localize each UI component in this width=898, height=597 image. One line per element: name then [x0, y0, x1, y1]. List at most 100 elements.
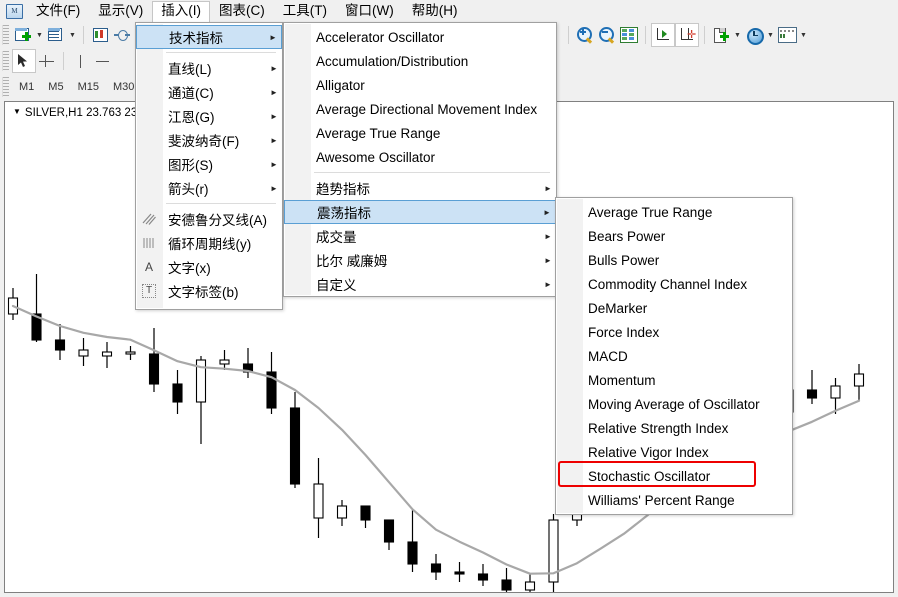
- menu-icon-placeholder: [284, 177, 310, 199]
- menu-icon-placeholder: [284, 225, 310, 247]
- crosshair-tool-button[interactable]: [111, 24, 133, 46]
- menubar-item-0[interactable]: 文件(F): [27, 1, 89, 22]
- new-chart-button[interactable]: [12, 24, 34, 46]
- menubar-item-3[interactable]: 图表(C): [210, 1, 274, 22]
- chart-shift-button[interactable]: ✛: [675, 23, 699, 47]
- menu-item-average-directional-movement-index[interactable]: Average Directional Movement Index: [284, 97, 556, 121]
- menubar-item-4[interactable]: 工具(T): [274, 1, 336, 22]
- crosshair-button[interactable]: [36, 50, 58, 72]
- submenu-arrow-icon: ►: [544, 231, 552, 241]
- profiles-icon: [47, 26, 65, 44]
- menu-item-commodity-channel-index[interactable]: Commodity Channel Index: [556, 272, 792, 296]
- zoom-in-icon: [576, 26, 594, 44]
- submenu-arrow-icon: ►: [270, 111, 278, 121]
- menubar-item-6[interactable]: 帮助(H): [403, 1, 467, 22]
- chart-collapse-arrow[interactable]: ▼: [13, 107, 21, 116]
- menu-item--[interactable]: 自定义 ►: [284, 272, 556, 296]
- menu-item-accelerator-oscillator[interactable]: Accelerator Oscillator: [284, 25, 556, 49]
- menu-item-label: Moving Average of Oscillator: [588, 396, 760, 412]
- app-icon: M: [5, 3, 23, 19]
- timeframe-button-m15[interactable]: M15: [72, 78, 105, 96]
- horizontal-line-button[interactable]: [91, 50, 113, 72]
- menu-item-bears-power[interactable]: Bears Power: [556, 224, 792, 248]
- menu-item--r-[interactable]: 箭头(r) ►: [136, 176, 282, 200]
- menu-item-momentum[interactable]: Momentum: [556, 368, 792, 392]
- toolbar-grip-2[interactable]: [2, 51, 9, 71]
- market-watch-button[interactable]: [89, 24, 111, 46]
- menu-item-average-true-range[interactable]: Average True Range: [556, 200, 792, 224]
- vertical-line-button[interactable]: [69, 50, 91, 72]
- auto-scroll-button[interactable]: [651, 23, 675, 47]
- menu-icon-placeholder: [284, 122, 310, 144]
- menu-item--[interactable]: 比尔 威廉姆 ►: [284, 248, 556, 272]
- data-window-button[interactable]: [618, 24, 640, 46]
- zoom-in-button[interactable]: [574, 24, 596, 46]
- menu-item-williams-percent-range[interactable]: Williams' Percent Range: [556, 488, 792, 512]
- toolbar-separator-right: [568, 26, 569, 44]
- menu-item--y-[interactable]: 循环周期线(y): [136, 231, 282, 255]
- menu-item-label: 震荡指标: [317, 206, 371, 221]
- timeframe-button-m1[interactable]: M1: [13, 78, 40, 96]
- menu-item--[interactable]: 成交量 ►: [284, 224, 556, 248]
- menu-item-label: 江恩(G): [168, 110, 215, 125]
- zoom-out-button[interactable]: [596, 24, 618, 46]
- toolbar-grip[interactable]: [2, 25, 9, 45]
- menu-item--s-[interactable]: 图形(S) ►: [136, 152, 282, 176]
- menu-item-relative-strength-index[interactable]: Relative Strength Index: [556, 416, 792, 440]
- menu-icon-placeholder: [556, 321, 582, 343]
- menubar-item-1[interactable]: 显示(V): [89, 1, 152, 22]
- toolbar-grip-3[interactable]: [2, 77, 9, 97]
- menu-item-macd[interactable]: MACD: [556, 344, 792, 368]
- menu-item-label: 直线(L): [168, 62, 212, 77]
- submenu-arrow-icon: ►: [269, 32, 277, 42]
- period-button[interactable]: [743, 24, 765, 46]
- new-order-dropdown[interactable]: ▼: [732, 24, 743, 46]
- cursor-tool-button[interactable]: [12, 49, 36, 73]
- profiles-button[interactable]: [45, 24, 67, 46]
- text-icon: A: [144, 260, 153, 274]
- cursor-icon: [16, 53, 32, 69]
- profiles-dropdown[interactable]: ▼: [67, 24, 78, 46]
- templates-dropdown[interactable]: ▼: [798, 24, 809, 46]
- menu-item--x-[interactable]: A 文字(x): [136, 255, 282, 279]
- menu-item-relative-vigor-index[interactable]: Relative Vigor Index: [556, 440, 792, 464]
- menu-item-label: 斐波纳奇(F): [168, 134, 240, 149]
- menu-item--g-[interactable]: 江恩(G) ►: [136, 104, 282, 128]
- menu-item--c-[interactable]: 通道(C) ►: [136, 80, 282, 104]
- auto-scroll-icon: [654, 27, 672, 43]
- menu-item--f-[interactable]: 斐波纳奇(F) ►: [136, 128, 282, 152]
- insert-menu[interactable]: 技术指标 ► 直线(L) ► 通道(C) ► 江恩(G) ► 斐波纳奇(F) ► 图形(S) ► 箭头(…: [135, 22, 283, 310]
- period-dropdown[interactable]: ▼: [765, 24, 776, 46]
- menu-item-label: 技术指标: [169, 31, 223, 46]
- menu-item-label: 图形(S): [168, 158, 213, 173]
- menu-icon-placeholder: [556, 273, 582, 295]
- menu-item--a-[interactable]: 安德鲁分叉线(A): [136, 207, 282, 231]
- menu-item-force-index[interactable]: Force Index: [556, 320, 792, 344]
- menu-item-alligator[interactable]: Alligator: [284, 73, 556, 97]
- menu-item-stochastic-oscillator[interactable]: Stochastic Oscillator: [556, 464, 792, 488]
- menu-item-label: Force Index: [588, 324, 660, 340]
- menubar-item-2[interactable]: 插入(I): [152, 0, 210, 22]
- menu-item--[interactable]: 技术指标 ►: [136, 25, 282, 49]
- menu-icon-placeholder: [285, 201, 311, 223]
- new-order-button[interactable]: [710, 24, 732, 46]
- menu-item--[interactable]: 趋势指标 ►: [284, 176, 556, 200]
- menu-item-average-true-range[interactable]: Average True Range: [284, 121, 556, 145]
- oscillators-submenu[interactable]: Average True Range Bears Power Bulls Power…: [555, 197, 793, 515]
- menu-item--b-[interactable]: T 文字标签(b): [136, 279, 282, 303]
- menubar-item-5[interactable]: 窗口(W): [336, 1, 403, 22]
- menu-item-awesome-oscillator[interactable]: Awesome Oscillator: [284, 145, 556, 169]
- menu-item-accumulation-distribution[interactable]: Accumulation/Distribution: [284, 49, 556, 73]
- menu-item-label: Alligator: [316, 77, 365, 93]
- menu-item--[interactable]: 震荡指标 ►: [284, 200, 556, 224]
- timeframe-button-m5[interactable]: M5: [42, 78, 69, 96]
- menu-item-bulls-power[interactable]: Bulls Power: [556, 248, 792, 272]
- menu-item--l-[interactable]: 直线(L) ►: [136, 56, 282, 80]
- menu-item-moving-average-of-oscillator[interactable]: Moving Average of Oscillator: [556, 392, 792, 416]
- menu-item-demarker[interactable]: DeMarker: [556, 296, 792, 320]
- new-chart-dropdown[interactable]: ▼: [34, 24, 45, 46]
- templates-button[interactable]: [776, 24, 798, 46]
- toolbar-separator-2: [645, 26, 646, 44]
- indicators-submenu[interactable]: Accelerator Oscillator Accumulation/Distr…: [283, 22, 557, 297]
- metatrader-window: M 文件(F) 显示(V) 插入(I) 图表(C) 工具(T) 窗口(W) 帮助(H) ▼ …: [0, 0, 898, 597]
